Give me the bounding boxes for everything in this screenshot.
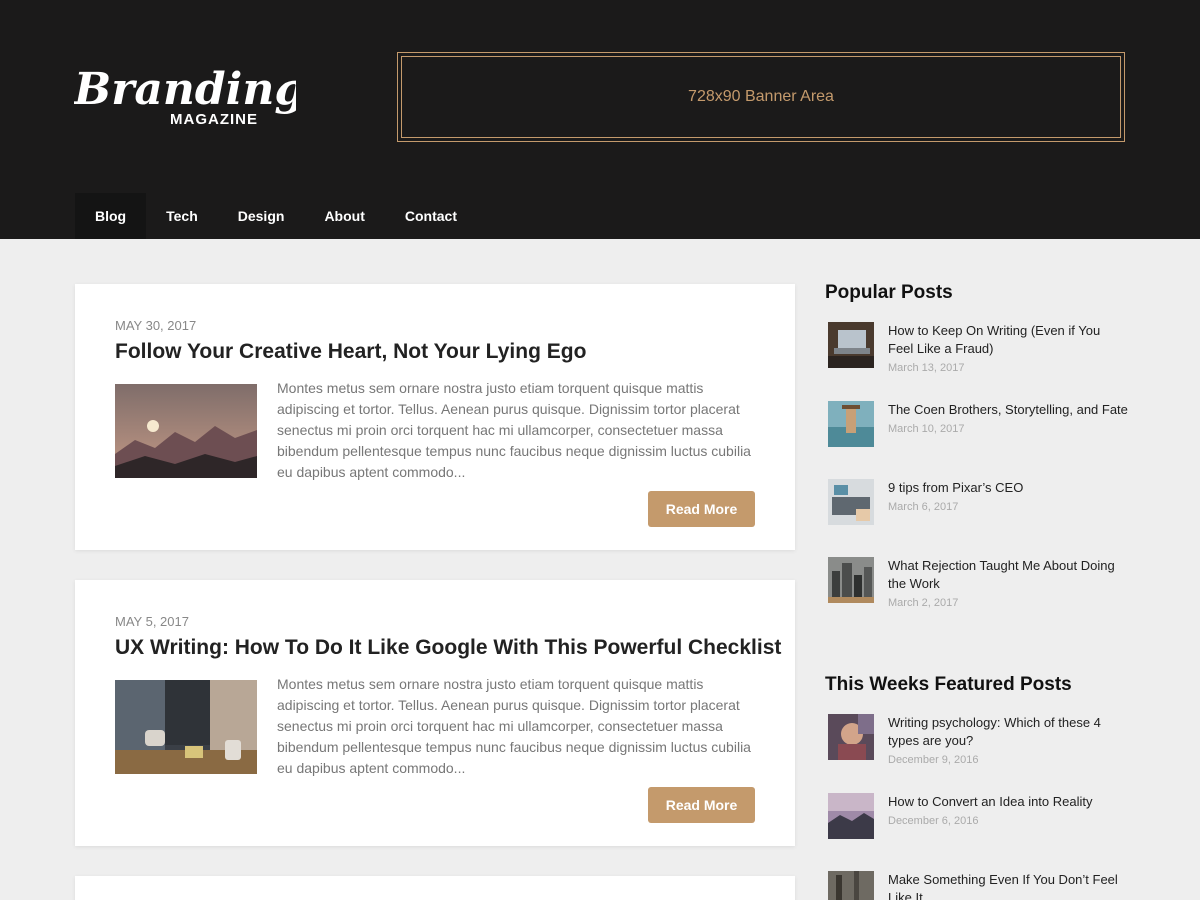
- featured-post-title[interactable]: Writing psychology: Which of these 4 typ…: [888, 714, 1128, 750]
- post-excerpt: Montes metus sem ornare nostra justo eti…: [277, 676, 751, 776]
- main-nav: Blog Tech Design About Contact: [75, 193, 477, 239]
- banner-label: 728x90 Banner Area: [401, 56, 1121, 138]
- post-card: [75, 876, 795, 900]
- site-logo[interactable]: Branding MAGAZINE: [74, 60, 296, 130]
- featured-posts-heading: This Weeks Featured Posts: [825, 674, 1072, 695]
- post-thumbnail-keyboard-image[interactable]: [828, 479, 874, 525]
- post-date: MAY 5, 2017: [115, 614, 189, 629]
- read-more-button[interactable]: Read More: [648, 787, 755, 823]
- nav-item-design[interactable]: Design: [218, 193, 305, 239]
- post-card: MAY 5, 2017 UX Writing: How To Do It Lik…: [75, 580, 795, 846]
- popular-post-date: March 13, 2017: [888, 362, 965, 374]
- post-title[interactable]: UX Writing: How To Do It Like Google Wit…: [115, 636, 781, 660]
- popular-posts-heading: Popular Posts: [825, 282, 953, 303]
- post-card: MAY 30, 2017 Follow Your Creative Heart,…: [75, 284, 795, 550]
- popular-post-date: March 2, 2017: [888, 597, 959, 609]
- popular-post-date: March 6, 2017: [888, 501, 959, 513]
- site-header: Branding MAGAZINE 728x90 Banner Area Blo…: [0, 0, 1200, 239]
- post-thumbnail-pier-image[interactable]: [828, 401, 874, 447]
- post-date: MAY 30, 2017: [115, 318, 197, 333]
- post-thumbnail-people-image[interactable]: [115, 680, 257, 774]
- popular-post-title[interactable]: How to Keep On Writing (Even if You Feel…: [888, 322, 1128, 358]
- post-thumbnail-mountain-image[interactable]: [115, 384, 257, 478]
- post-thumbnail-sunset-image[interactable]: [828, 793, 874, 839]
- nav-item-blog[interactable]: Blog: [75, 193, 147, 239]
- post-thumbnail-laptop-image[interactable]: [828, 322, 874, 368]
- post-title[interactable]: Follow Your Creative Heart, Not Your Lyi…: [115, 340, 586, 364]
- post-thumbnail-city-image[interactable]: [828, 557, 874, 603]
- post-thumbnail-forest-image[interactable]: [828, 871, 874, 900]
- featured-post-title[interactable]: Make Something Even If You Don’t Feel Li…: [888, 871, 1128, 900]
- popular-post-title[interactable]: 9 tips from Pixar’s CEO: [888, 479, 1128, 497]
- banner-ad[interactable]: 728x90 Banner Area: [397, 52, 1125, 142]
- post-excerpt: Montes metus sem ornare nostra justo eti…: [277, 380, 751, 480]
- read-more-button[interactable]: Read More: [648, 491, 755, 527]
- logo-subtitle: MAGAZINE: [170, 111, 258, 128]
- nav-item-contact[interactable]: Contact: [385, 193, 477, 239]
- popular-post-title[interactable]: What Rejection Taught Me About Doing the…: [888, 557, 1128, 593]
- nav-item-about[interactable]: About: [304, 193, 384, 239]
- featured-post-date: December 6, 2016: [888, 815, 979, 827]
- post-thumbnail-woman-image[interactable]: [828, 714, 874, 760]
- featured-post-title[interactable]: How to Convert an Idea into Reality: [888, 793, 1128, 811]
- popular-post-date: March 10, 2017: [888, 423, 965, 435]
- logo-wordmark: Branding: [74, 64, 296, 115]
- popular-post-title[interactable]: The Coen Brothers, Storytelling, and Fat…: [888, 401, 1128, 419]
- featured-post-date: December 9, 2016: [888, 754, 979, 766]
- nav-item-tech[interactable]: Tech: [146, 193, 218, 239]
